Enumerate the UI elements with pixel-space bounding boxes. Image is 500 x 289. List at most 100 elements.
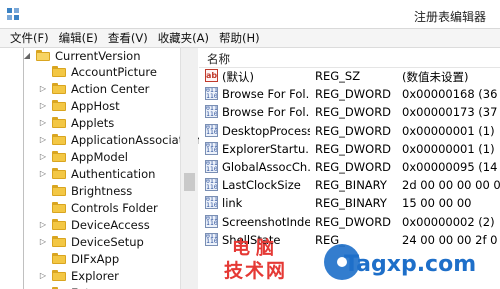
watermark: 电脑 技术网 Tagxp.com [224,222,500,289]
folder-icon [52,253,66,264]
expand-icon[interactable]: ▷ [38,237,48,246]
binary-value-icon: 011 110 [205,232,218,246]
tree-item[interactable]: Controls Folder [38,199,158,216]
folder-icon [52,83,66,94]
tree-item-label: Brightness [71,183,133,198]
value-data: 0x00000001 (1) [402,141,495,156]
folder-icon [52,185,66,196]
value-type: REG_BINARY [315,178,387,193]
expand-icon[interactable]: ▷ [38,135,48,144]
tree-item-label: Action Center [71,81,150,96]
binary-value-icon: 011 110 [205,178,218,192]
tree-item-label: CurrentVersion [55,48,141,63]
menu-view[interactable]: 查看(V) [108,30,148,46]
value-type: REG_DWORD [315,123,392,138]
value-row[interactable]: 011 110 DesktopProcess REG_DWORD 0x00000001 … [199,121,500,140]
tree-item-label: Ext [71,286,90,289]
tree-item[interactable]: ▷ AppHost [38,97,120,114]
menu-edit[interactable]: 编辑(E) [59,30,98,46]
folder-icon [52,100,66,111]
value-name: LastClockSize [222,178,301,193]
binary-value-icon: 011 110 [205,123,218,137]
folder-icon [52,151,66,162]
value-name: Browse For Fol... [222,87,310,102]
tree-item[interactable]: ▷ Applets [38,114,114,131]
value-data: 0x00000095 (14 [402,160,498,174]
column-header-label: 名称 [207,52,230,66]
folder-icon [52,236,66,247]
expand-icon[interactable]: ▷ [38,220,48,229]
registry-editor-icon [7,8,19,20]
tree-item-label: AppHost [71,98,120,113]
value-row[interactable]: 011 110 Browse For Fol... REG_DWORD 0x000001… [199,102,500,121]
expand-icon[interactable]: ▷ [38,84,48,93]
title-bar: 注册表编辑器 [0,0,500,29]
menu-favorites[interactable]: 收藏夹(A) [158,30,209,46]
tree-item[interactable]: ▷ DeviceAccess [38,216,150,233]
tree-item-label: Authentication [71,166,156,181]
tree-scrollbar-thumb[interactable] [184,173,195,191]
value-type: REG_SZ [315,69,361,83]
tree-item[interactable]: ▷ AppModel [38,148,128,165]
tree-item-label: AccountPicture [71,64,157,79]
value-row[interactable]: 011 110 LastClockSize REG_BINARY 2d 00 00 00… [199,175,500,194]
tree-item-label: Explorer [71,268,119,283]
expand-icon[interactable]: ▷ [38,118,48,127]
tree-item[interactable]: ▷ ApplicationAssociation [38,131,201,148]
binary-value-icon: 011 110 [205,105,218,119]
value-name: link [222,196,243,211]
value-data: 0x00000001 (1) [402,123,495,138]
folder-icon [52,219,66,230]
binary-value-icon: 011 110 [205,87,218,101]
folder-icon [52,134,66,145]
value-row[interactable]: 011 110 link REG_BINARY 15 00 00 00 [199,193,500,212]
binary-value-icon: 011 110 [205,141,218,155]
window-title: 注册表编辑器 [413,10,486,24]
tree-item-label: DIFxApp [71,251,120,266]
expand-icon[interactable]: ▷ [38,169,48,178]
value-row[interactable]: ab (默认) REG_SZ (数值未设置) [199,66,500,85]
value-name: GlobalAssocCh... [222,160,310,174]
value-data: 0x00000173 (37 [402,105,498,120]
collapse-icon[interactable]: ◢ [22,51,32,60]
folder-icon [52,66,66,77]
tree-item[interactable]: ▷ Action Center [38,80,149,97]
tree-item-label: DeviceAccess [71,217,150,232]
menu-help[interactable]: 帮助(H) [219,30,260,46]
tree-item[interactable]: ▷ DeviceSetup [38,233,144,250]
value-data: 0x00000168 (36 [402,87,498,102]
tree-item-label: DeviceSetup [71,234,144,249]
tree-item[interactable]: ▷ Authentication [38,165,156,182]
watermark-site: Tagxp.com [344,252,477,277]
menu-bar: 文件(F) 编辑(E) 查看(V) 收藏夹(A) 帮助(H) [0,29,500,48]
value-row[interactable]: 011 110 GlobalAssocCh... REG_DWORD 0x0000009… [199,157,500,176]
tree-item[interactable]: DIFxApp [38,250,119,267]
tree-item[interactable]: ▷Ext [38,284,90,289]
value-data: 15 00 00 00 [402,196,472,211]
binary-value-icon: 011 110 [205,214,218,228]
expand-icon[interactable]: ▷ [38,152,48,161]
value-type: REG_DWORD [315,141,392,156]
tree-item[interactable]: ▷ Explorer [38,267,119,284]
value-name: ExplorerStartu... [222,141,310,156]
menu-file[interactable]: 文件(F) [10,30,49,46]
expand-icon[interactable]: ▷ [38,101,48,110]
column-header-name[interactable]: 名称 [199,48,500,68]
value-data: 2d 00 00 00 00 0 [402,178,500,193]
tree-item[interactable]: AccountPicture [38,63,157,80]
folder-open-icon [36,50,50,61]
value-row[interactable]: 011 110 Browse For Fol... REG_DWORD 0x000001… [199,84,500,103]
value-type: REG_BINARY [315,196,387,211]
binary-value-icon: 011 110 [205,196,218,210]
folder-icon [52,270,66,281]
value-row[interactable]: 011 110 ExplorerStartu... REG_DWORD 0x000000… [199,139,500,158]
value-type: REG_DWORD [315,87,392,102]
folder-icon [52,117,66,128]
value-data: (数值未设置) [402,70,469,84]
tree-scrollbar[interactable] [180,48,198,289]
tree-item-currentversion[interactable]: ◢ CurrentVersion [22,47,141,64]
expand-icon[interactable]: ▷ [38,271,48,280]
value-type: REG_DWORD [315,160,392,174]
tree-item[interactable]: Brightness [38,182,132,199]
binary-value-icon: 011 110 [205,160,218,173]
